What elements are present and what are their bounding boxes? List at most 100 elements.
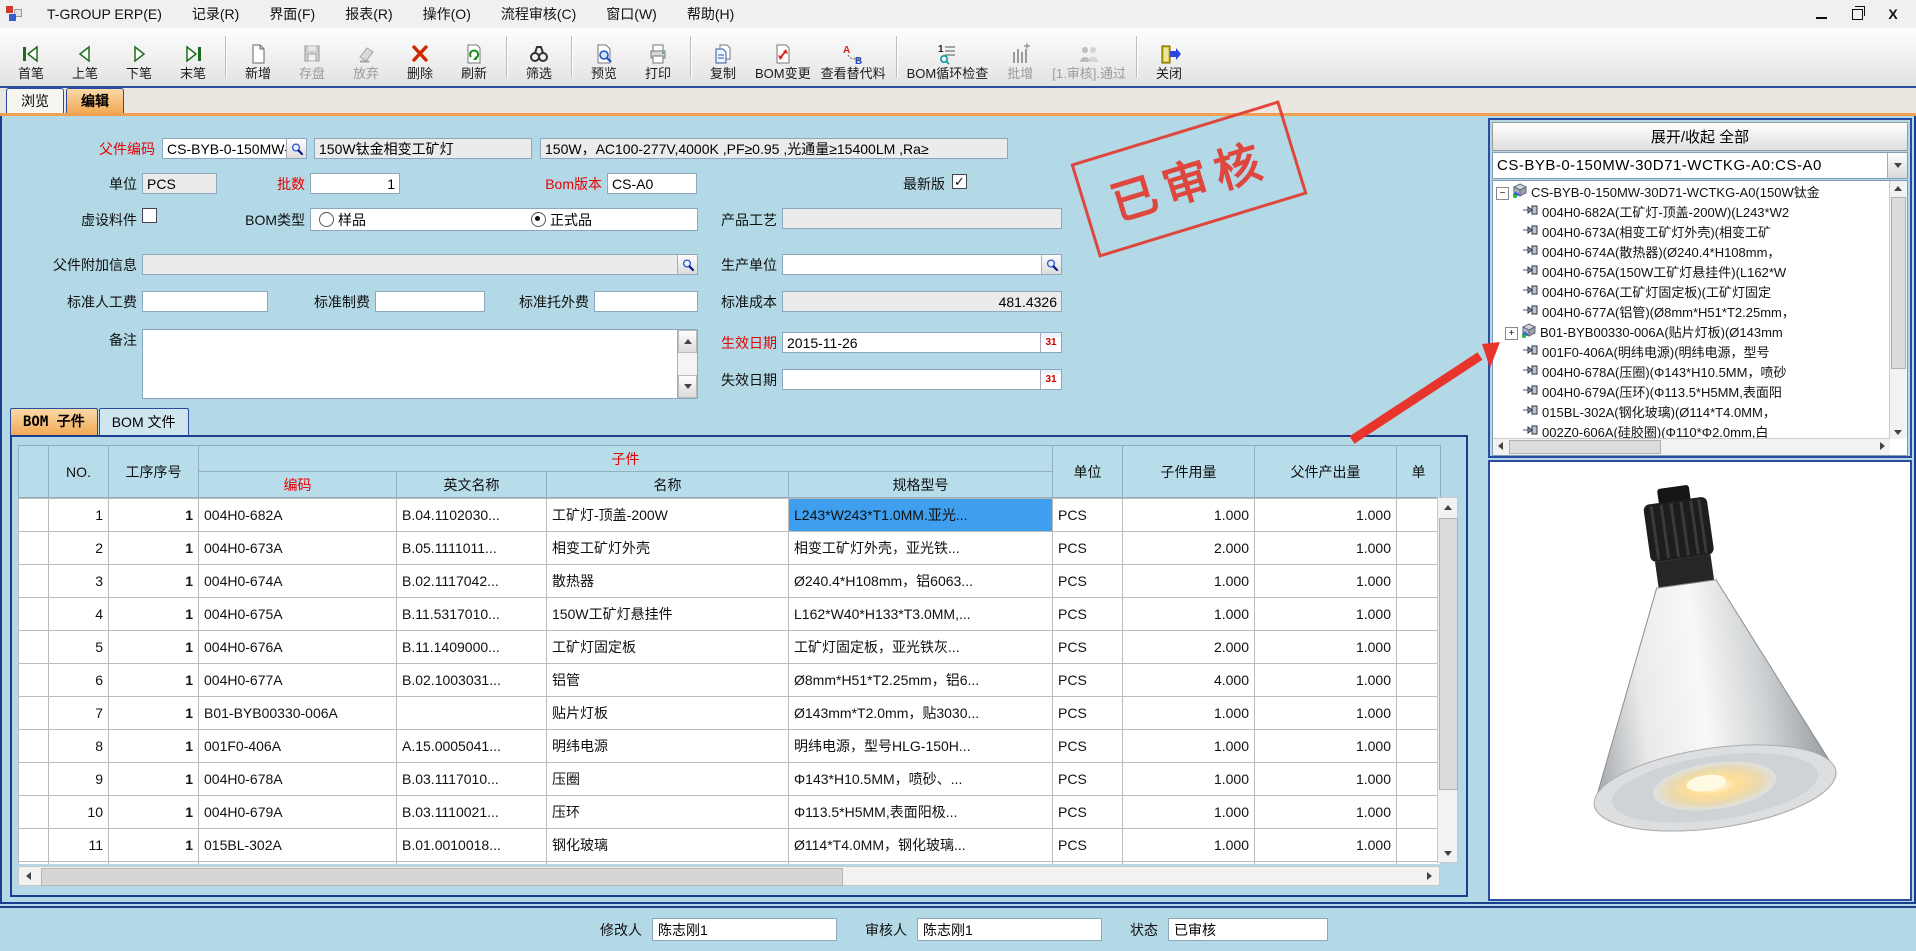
cell-no[interactable]: 9 <box>49 763 109 796</box>
scroll-down-icon[interactable] <box>678 375 697 398</box>
cell-partial[interactable] <box>1397 664 1441 697</box>
cell-code[interactable]: 004H0-679A <box>199 796 397 829</box>
cell-spec[interactable]: 相变工矿灯外壳，亚光铁... <box>789 532 1053 565</box>
row-indicator-cell[interactable] <box>19 499 49 532</box>
next-record-button[interactable]: 下笔 <box>112 30 166 84</box>
cell-name[interactable]: 明纬电源 <box>547 730 789 763</box>
preview-button[interactable]: 预览 <box>577 30 631 84</box>
minimize-button[interactable] <box>1812 5 1830 23</box>
cell-seq[interactable]: 1 <box>109 532 199 565</box>
row-indicator-cell[interactable] <box>19 862 49 865</box>
cell-parent-out[interactable]: 1.000 <box>1255 631 1397 664</box>
cell-unit[interactable]: PCS <box>1053 796 1123 829</box>
scroll-down-icon[interactable] <box>1438 844 1457 862</box>
table-row[interactable]: 3 1 004H0-674A B.02.1117042... 散热器 Ø240.… <box>19 565 1441 598</box>
tree-item[interactable]: −+ 001F0-406A(明纬电源)(明纬电源，型号 <box>1493 343 1907 363</box>
prev-record-button[interactable]: 上笔 <box>58 30 112 84</box>
cell-en-name[interactable]: B.03.1117010... <box>397 763 547 796</box>
cell-spec[interactable]: Ø8mm*H51*T2.25mm，铝6... <box>789 664 1053 697</box>
cell-no[interactable]: 10 <box>49 796 109 829</box>
cell-spec[interactable]: Ø240.4*H108mm，铝6063... <box>789 565 1053 598</box>
tree-item[interactable]: −+ 004H0-673A(相变工矿灯外壳)(相变工矿 <box>1493 223 1907 243</box>
menu-item[interactable]: 窗口(W) <box>591 0 672 28</box>
cell-partial[interactable] <box>1397 631 1441 664</box>
scroll-up-icon[interactable] <box>1890 181 1905 195</box>
tree-item[interactable]: −+ 004H0-674A(散热器)(Ø240.4*H108mm， <box>1493 243 1907 263</box>
cell-parent-out[interactable]: 1.000 <box>1255 730 1397 763</box>
cell-qty[interactable]: 1.000 <box>1123 763 1255 796</box>
last-record-button[interactable]: 末笔 <box>166 30 220 84</box>
col-qty[interactable]: 子件用量 <box>1123 446 1255 498</box>
remark-textarea[interactable] <box>142 329 698 399</box>
table-row[interactable]: 12 1 002Z0-606A B.12.0540000... 硅胶圈 Φ110… <box>19 862 1441 865</box>
filter-button[interactable]: 筛选 <box>512 30 566 84</box>
cell-qty[interactable]: 4.000 <box>1123 664 1255 697</box>
parent-code-input[interactable]: CS-BYB-0-150MW-3 <box>162 138 307 159</box>
cell-parent-out[interactable]: 1.000 <box>1255 499 1397 532</box>
cell-name[interactable]: 贴片灯板 <box>547 697 789 730</box>
table-row[interactable]: 4 1 004H0-675A B.11.5317010... 150W工矿灯悬挂… <box>19 598 1441 631</box>
table-row[interactable]: 5 1 004H0-676A B.11.1409000... 工矿灯固定板 工矿… <box>19 631 1441 664</box>
cell-unit[interactable]: PCS <box>1053 598 1123 631</box>
cell-spec[interactable]: Φ110*Φ2.0，白色硅胶... <box>789 862 1053 865</box>
cell-qty[interactable]: 1.000 <box>1123 598 1255 631</box>
cell-unit[interactable]: PCS <box>1053 499 1123 532</box>
cell-seq[interactable]: 1 <box>109 565 199 598</box>
table-row[interactable]: 7 1 B01-BYB00330-006A 贴片灯板 Ø143mm*T2.0mm… <box>19 697 1441 730</box>
col-name[interactable]: 名称 <box>547 472 789 498</box>
cell-unit[interactable]: PCS <box>1053 730 1123 763</box>
cell-no[interactable]: 8 <box>49 730 109 763</box>
cell-code[interactable]: 002Z0-606A <box>199 862 397 865</box>
cell-unit[interactable]: PCS <box>1053 565 1123 598</box>
cell-qty[interactable]: 2.000 <box>1123 532 1255 565</box>
tree-item[interactable]: −+ B01-BYB00330-006A(贴片灯板)(Ø143mm <box>1493 323 1907 343</box>
cell-code[interactable]: 004H0-676A <box>199 631 397 664</box>
add-button[interactable]: 新增 <box>231 30 285 84</box>
row-indicator-cell[interactable] <box>19 730 49 763</box>
cell-partial[interactable] <box>1397 598 1441 631</box>
cell-no[interactable]: 5 <box>49 631 109 664</box>
table-row[interactable]: 8 1 001F0-406A A.15.0005041... 明纬电源 明纬电源… <box>19 730 1441 763</box>
cell-partial[interactable] <box>1397 763 1441 796</box>
cell-code[interactable]: 001F0-406A <box>199 730 397 763</box>
latest-version-checkbox[interactable]: ✓ <box>952 174 967 189</box>
expand-collapse-all-button[interactable]: 展开/收起 全部 <box>1492 122 1908 151</box>
cell-en-name[interactable]: B.02.1003031... <box>397 664 547 697</box>
bom-loop-check-button[interactable]: 1 BOM循环检查 <box>902 30 994 84</box>
row-indicator-cell[interactable] <box>19 598 49 631</box>
menu-item[interactable]: 记录(R) <box>177 0 254 28</box>
cell-seq[interactable]: 1 <box>109 499 199 532</box>
row-indicator-cell[interactable] <box>19 796 49 829</box>
cell-en-name[interactable]: B.11.1409000... <box>397 631 547 664</box>
close-form-button[interactable]: 关闭 <box>1142 30 1196 84</box>
cell-no[interactable]: 6 <box>49 664 109 697</box>
bom-version-input[interactable]: CS-A0 <box>607 173 697 194</box>
table-row[interactable]: 2 1 004H0-673A B.05.1111011... 相变工矿灯外壳 相… <box>19 532 1441 565</box>
vscroll-thumb[interactable] <box>1891 197 1906 369</box>
lookup-icon[interactable] <box>1041 255 1061 274</box>
cell-seq[interactable]: 1 <box>109 862 199 865</box>
cell-spec[interactable]: L162*W40*H133*T3.0MM,... <box>789 598 1053 631</box>
cell-partial[interactable] <box>1397 499 1441 532</box>
menu-item[interactable]: 帮助(H) <box>672 0 749 28</box>
view-substitute-button[interactable]: AB 查看替代料 <box>816 30 891 84</box>
batch-input[interactable]: 1 <box>310 173 400 194</box>
cell-parent-out[interactable]: 1.000 <box>1255 664 1397 697</box>
cell-en-name[interactable]: A.15.0005041... <box>397 730 547 763</box>
col-no[interactable]: NO. <box>49 446 109 498</box>
std-outsource-input[interactable] <box>594 291 698 312</box>
cell-partial[interactable] <box>1397 829 1441 862</box>
cell-seq[interactable]: 1 <box>109 796 199 829</box>
calendar-icon[interactable]: 31 <box>1040 370 1061 389</box>
cell-partial[interactable] <box>1397 532 1441 565</box>
cell-spec[interactable]: Φ143*H10.5MM，喷砂、... <box>789 763 1053 796</box>
cell-qty[interactable]: 1.000 <box>1123 730 1255 763</box>
cell-partial[interactable] <box>1397 730 1441 763</box>
cell-en-name[interactable] <box>397 697 547 730</box>
cell-spec[interactable]: Ø143mm*T2.0mm，贴3030... <box>789 697 1053 730</box>
cell-seq[interactable]: 1 <box>109 697 199 730</box>
cell-qty[interactable]: 1.000 <box>1123 829 1255 862</box>
cell-qty[interactable]: 2.000 <box>1123 631 1255 664</box>
cell-parent-out[interactable]: 1.000 <box>1255 763 1397 796</box>
scroll-right-icon[interactable] <box>1875 439 1890 453</box>
